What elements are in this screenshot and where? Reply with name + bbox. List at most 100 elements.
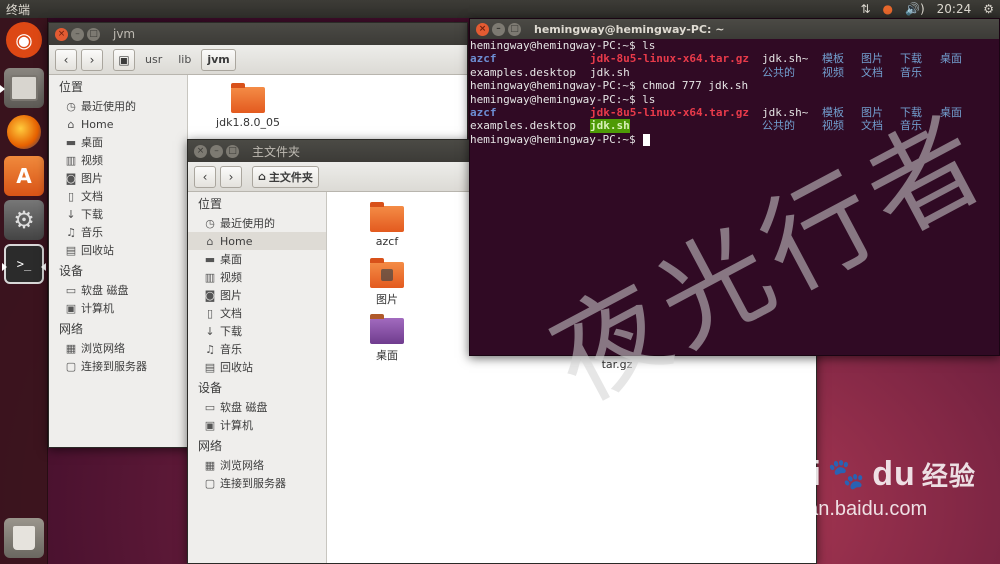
firefox-launcher[interactable] bbox=[4, 112, 44, 152]
network-header: 网络 bbox=[59, 322, 84, 336]
network-icon: ▦ bbox=[204, 458, 216, 472]
indicator-area: ⇅ ● 🔊) 20:24 ⚙ bbox=[860, 0, 994, 18]
sidebar-item-desktop[interactable]: ▬ 桌面 bbox=[188, 250, 326, 268]
sidebar-item-home[interactable]: ⌂ Home bbox=[188, 232, 326, 250]
sidebar-item-music[interactable]: ♫ 音乐 bbox=[49, 223, 187, 241]
floppy-icon: ▭ bbox=[65, 283, 77, 297]
sidebar-item-trash[interactable]: ▤ 回收站 bbox=[49, 241, 187, 259]
download-arrow-icon: ↓ bbox=[205, 324, 215, 338]
ls-entry: 图片 bbox=[861, 52, 883, 66]
sidebar-item-music[interactable]: ♫ 音乐 bbox=[188, 340, 326, 358]
forward-button[interactable]: › bbox=[81, 48, 103, 71]
folder-label: 桌面 bbox=[376, 349, 398, 362]
trash-icon: ▤ bbox=[204, 360, 216, 374]
sidebar-item-videos[interactable]: ▥ 视频 bbox=[49, 151, 187, 169]
ls-entry: jdk-8u5-linux-x64.tar.gz bbox=[590, 52, 749, 66]
back-button[interactable]: ‹ bbox=[194, 165, 216, 188]
pictures-folder-icon bbox=[370, 258, 404, 288]
maximize-icon[interactable]: □ bbox=[226, 144, 239, 158]
shopping-bag-icon: A bbox=[16, 164, 32, 188]
folder-item-azcf[interactable]: azcf bbox=[347, 202, 427, 248]
settings-gear-icon[interactable]: ⚙ bbox=[983, 0, 994, 18]
terminal-cursor bbox=[643, 133, 650, 146]
sidebar-item-downloads[interactable]: ↓ 下载 bbox=[188, 322, 326, 340]
ls-entry: 公共的 bbox=[762, 65, 795, 79]
sidebar-item-computer[interactable]: ▣ 计算机 bbox=[188, 416, 326, 434]
sidebar-item-home[interactable]: ⌂ Home bbox=[49, 115, 187, 133]
firefox-icon bbox=[7, 115, 41, 149]
minimize-icon[interactable]: – bbox=[210, 144, 223, 158]
window-titlebar[interactable]: × – □ jvm bbox=[49, 23, 467, 45]
terminal-prompt: hemingway@hemingway-PC:~$ ls bbox=[470, 92, 656, 106]
launcher: ◉ A ⚙ >_ bbox=[0, 18, 48, 564]
maximize-icon[interactable]: □ bbox=[87, 27, 100, 41]
sidebar-item-floppy[interactable]: ▭ 软盘 磁盘 bbox=[188, 398, 326, 416]
trash-launcher[interactable] bbox=[4, 518, 44, 558]
terminal-prompt-icon: >_ bbox=[16, 257, 32, 271]
forward-button[interactable]: › bbox=[220, 165, 242, 188]
terminal-launcher[interactable]: >_ bbox=[2, 244, 46, 284]
folder-icon bbox=[231, 83, 265, 113]
sidebar-item-downloads[interactable]: ↓ 下载 bbox=[49, 205, 187, 223]
maximize-icon[interactable]: □ bbox=[508, 22, 521, 36]
terminal-titlebar[interactable]: × – □ hemingway@hemingway-PC: ~ bbox=[470, 19, 999, 39]
update-icon[interactable]: ● bbox=[883, 0, 893, 18]
minimize-icon[interactable]: – bbox=[71, 27, 84, 41]
folder-label: jdk1.8.0_05 bbox=[216, 116, 280, 129]
sidebar-item-connect-server[interactable]: ▢ 连接到服务器 bbox=[188, 474, 326, 492]
baidu-url: jingyan.baidu.com bbox=[766, 498, 928, 520]
clock[interactable]: 20:24 bbox=[937, 0, 972, 18]
breadcrumb-jvm[interactable]: jvm bbox=[201, 48, 236, 71]
network-icon[interactable]: ⇅ bbox=[860, 0, 870, 18]
window-title: jvm bbox=[113, 27, 136, 41]
sidebar-item-documents[interactable]: ▯ 文档 bbox=[188, 304, 326, 322]
breadcrumb-home[interactable]: ⌂ 主文件夹 bbox=[252, 165, 319, 188]
sidebar-item-recent[interactable]: ◷ 最近使用的 bbox=[188, 214, 326, 232]
sidebar-item-videos[interactable]: ▥ 视频 bbox=[188, 268, 326, 286]
ls-entry: 模板 bbox=[822, 52, 844, 66]
sidebar-item-connect-server[interactable]: ▢ 连接到服务器 bbox=[49, 357, 187, 375]
ls-entry: jdk.sh bbox=[590, 65, 630, 79]
desktop-folder-icon bbox=[370, 314, 404, 344]
close-icon[interactable]: × bbox=[194, 144, 207, 158]
software-center-launcher[interactable]: A bbox=[4, 156, 44, 196]
devices-header: 设备 bbox=[198, 381, 223, 395]
terminal-line: hemingway@hemingway-PC:~$ ls bbox=[470, 39, 999, 52]
system-settings-launcher[interactable]: ⚙ bbox=[4, 200, 44, 240]
sidebar-item-pictures[interactable]: ◙ 图片 bbox=[49, 169, 187, 187]
file-cabinet-icon bbox=[10, 75, 38, 101]
sidebar-item-pictures[interactable]: ◙ 图片 bbox=[188, 286, 326, 304]
paw-icon: 🐾 bbox=[827, 458, 867, 491]
devices-header: 设备 bbox=[59, 264, 84, 278]
sidebar-item-floppy[interactable]: ▭ 软盘 磁盘 bbox=[49, 281, 187, 299]
computer-icon: ▣ bbox=[204, 418, 216, 432]
ls-entry: examples.desktop bbox=[470, 119, 576, 133]
minimize-icon[interactable]: – bbox=[492, 22, 505, 36]
music-note-icon: ♫ bbox=[205, 342, 215, 356]
volume-icon[interactable]: 🔊) bbox=[905, 0, 925, 18]
clock-icon: ◷ bbox=[205, 216, 215, 230]
close-icon[interactable]: × bbox=[476, 22, 489, 36]
sidebar-item-desktop[interactable]: ▬ 桌面 bbox=[49, 133, 187, 151]
dash-button[interactable]: ◉ bbox=[6, 22, 42, 58]
chevron-left-icon: ‹ bbox=[202, 169, 208, 184]
files-launcher[interactable] bbox=[0, 68, 44, 108]
back-button[interactable]: ‹ bbox=[55, 48, 77, 71]
sidebar-item-browse-network[interactable]: ▦ 浏览网络 bbox=[49, 339, 187, 357]
folder-item-desktop[interactable]: 桌面 bbox=[347, 314, 427, 363]
sidebar-item-trash[interactable]: ▤ 回收站 bbox=[188, 358, 326, 376]
root-drive-button[interactable]: ▣ bbox=[113, 48, 135, 71]
folder-item[interactable]: jdk1.8.0_05 bbox=[208, 83, 288, 129]
sidebar-item-recent[interactable]: ◷ 最近使用的 bbox=[49, 97, 187, 115]
close-icon[interactable]: × bbox=[55, 27, 68, 41]
folder-item-pictures[interactable]: 图片 bbox=[347, 258, 427, 307]
sidebar-item-documents[interactable]: ▯ 文档 bbox=[49, 187, 187, 205]
film-icon: ▥ bbox=[204, 270, 216, 284]
sidebar-item-computer[interactable]: ▣ 计算机 bbox=[49, 299, 187, 317]
network-icon: ▦ bbox=[65, 341, 77, 355]
ls-entry: 模板 bbox=[822, 105, 844, 119]
breadcrumb-lib[interactable]: lib bbox=[172, 49, 197, 71]
terminal-line: azcf jdk-8u5-linux-x64.tar.gz jdk.sh~ 模板 图片 下… bbox=[470, 52, 999, 65]
breadcrumb-usr[interactable]: usr bbox=[139, 49, 168, 71]
sidebar-item-browse-network[interactable]: ▦ 浏览网络 bbox=[188, 456, 326, 474]
